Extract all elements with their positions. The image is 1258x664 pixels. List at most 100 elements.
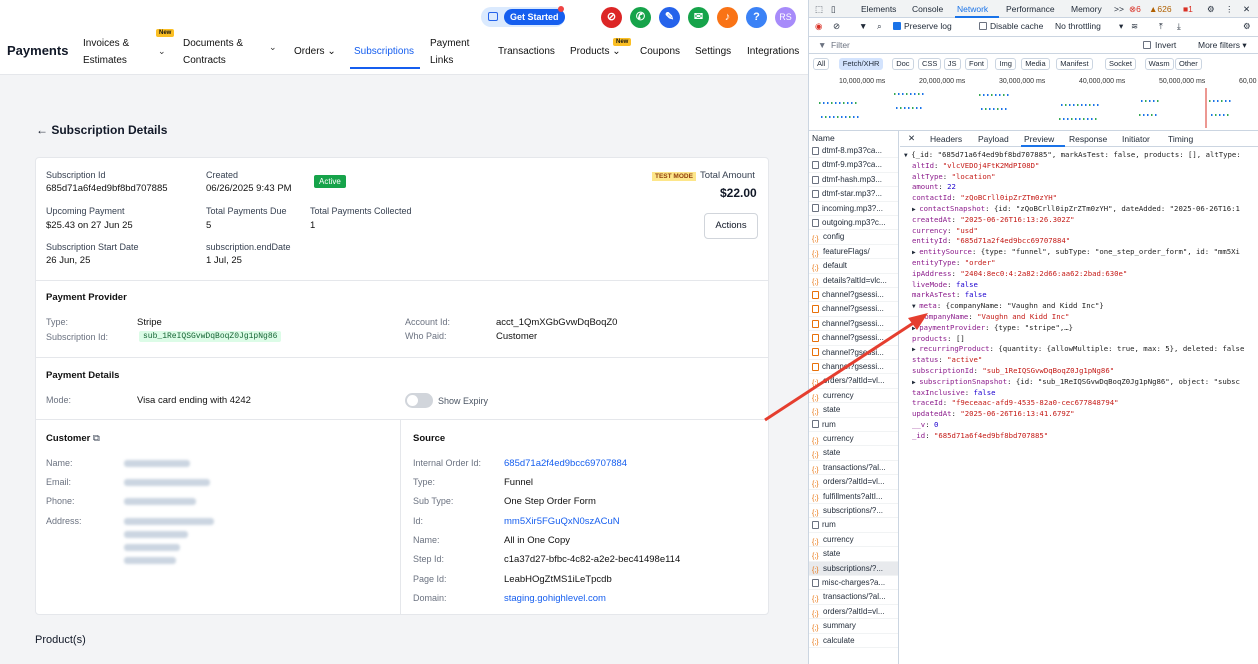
request-row[interactable]: dtmf-8.mp3?ca... — [809, 144, 898, 159]
request-row[interactable]: incoming.mp3?... — [809, 202, 898, 216]
request-row[interactable]: {;} state — [809, 403, 898, 418]
filter-chip[interactable]: CSS — [918, 58, 942, 70]
request-row[interactable]: {;} transactions/?al... — [809, 461, 898, 476]
phone-icon[interactable]: ✆ — [630, 7, 651, 28]
request-row[interactable]: {;} transactions/?al... — [809, 590, 898, 605]
nav-payment-links[interactable]: Payment Links — [430, 35, 469, 69]
filter-chip[interactable]: Img — [995, 58, 1016, 70]
search-icon[interactable]: ⌕ — [877, 21, 882, 32]
request-row[interactable]: channel?gsessi... — [809, 302, 898, 317]
request-row[interactable]: misc-charges?a... — [809, 576, 898, 591]
request-row[interactable]: {;} config — [809, 230, 898, 245]
nav-settings[interactable]: Settings — [695, 43, 731, 60]
request-row[interactable]: channel?gsessi... — [809, 288, 898, 303]
actions-button[interactable]: Actions — [704, 213, 758, 239]
filter-chip[interactable]: Manifest — [1056, 58, 1093, 70]
close-icon[interactable]: ✕ — [908, 133, 915, 144]
disable-cache-checkbox[interactable] — [979, 22, 987, 30]
request-row[interactable]: outgoing.mp3?c... — [809, 216, 898, 231]
nav-transactions[interactable]: Transactions — [498, 43, 555, 60]
more-tabs-button[interactable]: >> — [1114, 4, 1124, 14]
request-row[interactable]: {;} currency — [809, 389, 898, 404]
tab-payload[interactable]: Payload — [978, 134, 1009, 144]
tab-network[interactable]: Network — [957, 4, 988, 14]
json-line[interactable]: ▶ contactSnapshot: {id: "zQoBCrll0ipZrZT… — [900, 204, 1258, 215]
filter-chip[interactable]: Doc — [892, 58, 914, 70]
request-row[interactable]: dtmf-hash.mp3... — [809, 173, 898, 188]
external-link-icon[interactable]: ⧉ — [93, 433, 100, 444]
domain-link[interactable]: staging.gohighlevel.com — [504, 593, 606, 604]
inspect-icon[interactable]: ⬚ — [815, 4, 823, 15]
invert-checkbox[interactable] — [1143, 41, 1151, 49]
filter-chip[interactable]: Other — [1175, 58, 1202, 70]
preserve-log-checkbox[interactable] — [893, 22, 901, 30]
tab-memory[interactable]: Memory — [1071, 4, 1102, 14]
request-row[interactable]: {;} calculate — [809, 634, 898, 648]
source-id-link[interactable]: mm5Xir5FGuQxN0szACuN — [504, 516, 620, 527]
tab-headers[interactable]: Headers — [930, 134, 962, 144]
tab-elements[interactable]: Elements — [861, 4, 896, 14]
request-row[interactable]: {;} orders/?altId=vl... — [809, 374, 898, 389]
tab-performance[interactable]: Performance — [1006, 4, 1055, 14]
no-entry-icon[interactable]: ⊘ — [601, 7, 622, 28]
nav-products[interactable]: Products ⌄ — [570, 43, 621, 60]
request-row[interactable]: {;} featureFlags/ — [809, 245, 898, 260]
filter-chip[interactable]: JS — [943, 58, 961, 70]
nav-invoices-estimates[interactable]: Invoices & Estimates — [83, 35, 129, 69]
request-row[interactable]: rum — [809, 418, 898, 432]
request-row[interactable]: dtmf-9.mp3?ca... — [809, 158, 898, 173]
more-filters-button[interactable]: More filters ▾ — [1198, 40, 1247, 51]
tab-console[interactable]: Console — [912, 4, 943, 14]
request-row[interactable]: {;} subscriptions/?... — [809, 504, 898, 519]
nav-subscriptions[interactable]: Subscriptions — [354, 43, 414, 60]
download-icon[interactable]: ⤓ — [1177, 21, 1181, 32]
request-row[interactable]: {;} details?altId=vlc... — [809, 274, 898, 288]
chevron-down-icon[interactable]: ⌄ — [158, 46, 166, 57]
request-row[interactable]: channel?gsessi... — [809, 317, 898, 332]
get-started-button[interactable]: Get Started — [481, 6, 565, 27]
json-line[interactable]: ▶ entitySource: {type: "funnel", subType… — [900, 247, 1258, 258]
device-icon[interactable]: ▯ — [831, 4, 836, 15]
request-row[interactable]: channel?gsessi... — [809, 346, 898, 360]
request-row[interactable]: rum — [809, 518, 898, 533]
tab-timing[interactable]: Timing — [1168, 134, 1193, 144]
json-line[interactable]: ▶ paymentProvider: {type: "stripe",…} — [900, 323, 1258, 334]
info-count[interactable]: ■1 — [1183, 4, 1193, 14]
show-expiry-toggle[interactable] — [405, 393, 433, 408]
filter-chip[interactable]: Font — [965, 58, 989, 70]
clear-icon[interactable]: ⊘ — [833, 21, 840, 32]
json-line[interactable]: ▼ meta: {companyName: "Vaughn and Kidd I… — [900, 301, 1258, 312]
wifi-icon[interactable]: ≋ — [1131, 21, 1138, 32]
kebab-menu-icon[interactable]: ⋮ — [1225, 4, 1234, 15]
filter-chip[interactable]: Media — [1021, 58, 1050, 70]
request-row[interactable]: {;} state — [809, 446, 898, 461]
upload-icon[interactable]: ⤒ — [1159, 21, 1163, 32]
chevron-down-icon[interactable]: ▾ — [1119, 21, 1123, 32]
close-icon[interactable]: ✕ — [1243, 4, 1250, 15]
request-row[interactable]: {;} fulfillments?altI... — [809, 490, 898, 504]
nav-orders[interactable]: Orders ⌄ — [294, 43, 336, 60]
avatar[interactable]: RS — [775, 7, 796, 28]
filter-input[interactable]: Filter — [831, 40, 850, 50]
warning-count[interactable]: ▲626 — [1149, 4, 1172, 14]
json-line[interactable]: ▼ {_id: "685d71a6f4ed9bf8bd707885", mark… — [900, 150, 1258, 161]
nav-documents-contracts[interactable]: Documents & Contracts — [183, 35, 243, 69]
nav-coupons[interactable]: Coupons — [640, 43, 680, 60]
filter-chip[interactable]: Wasm — [1144, 58, 1174, 70]
chevron-down-icon[interactable]: ⌄ — [269, 42, 277, 53]
request-row[interactable]: {;} subscriptions/?... — [809, 561, 898, 576]
request-row[interactable]: {;} orders/?altId=vl... — [809, 605, 898, 620]
help-icon[interactable]: ? — [746, 7, 767, 28]
request-row[interactable]: {;} summary — [809, 619, 898, 634]
request-row[interactable]: dtmf-star.mp3?... — [809, 187, 898, 202]
request-row[interactable]: channel?gsessi... — [809, 360, 898, 375]
filter-chip[interactable]: Socket — [1105, 58, 1136, 70]
throttling-select[interactable]: No throttling — [1055, 21, 1101, 31]
arrow-left-icon[interactable]: ← — [36, 123, 48, 137]
tab-initiator[interactable]: Initiator — [1122, 134, 1150, 144]
request-row[interactable]: channel?gsessi... — [809, 331, 898, 346]
filter-icon[interactable]: ▼ — [859, 21, 867, 31]
json-line[interactable]: ▶ subscriptionSnapshot: {id: "sub_1ReIQS… — [900, 377, 1258, 388]
gear-icon[interactable]: ⚙ — [1243, 21, 1251, 32]
nav-integrations[interactable]: Integrations — [747, 43, 799, 60]
